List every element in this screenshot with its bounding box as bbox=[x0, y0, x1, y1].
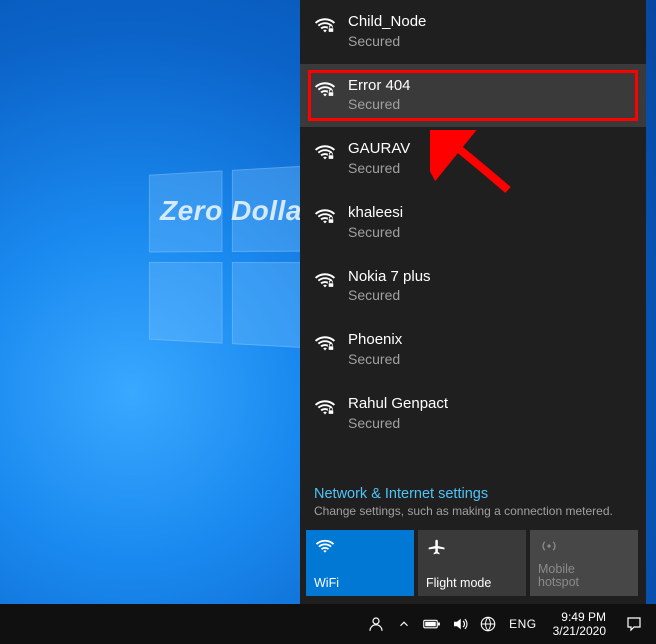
airplane-icon bbox=[426, 536, 518, 558]
clock-date: 3/21/2020 bbox=[553, 624, 606, 638]
clock-time: 9:49 PM bbox=[561, 610, 606, 624]
system-tray: ENG 9:49 PM 3/21/2020 bbox=[367, 610, 656, 639]
network-item[interactable]: Phoenix Secured bbox=[300, 318, 646, 382]
tile-mobile-hotspot[interactable]: Mobile hotspot bbox=[530, 530, 638, 596]
tile-flight-mode[interactable]: Flight mode bbox=[418, 530, 526, 596]
people-icon[interactable] bbox=[367, 615, 385, 633]
network-status: Secured bbox=[348, 286, 431, 304]
network-item[interactable]: khaleesi Secured bbox=[300, 191, 646, 255]
tile-label: hotspot bbox=[538, 575, 579, 589]
network-name: khaleesi bbox=[348, 203, 403, 223]
language-indicator[interactable]: ENG bbox=[507, 617, 539, 631]
tile-wifi[interactable]: WiFi bbox=[306, 530, 414, 596]
network-item-selected[interactable]: Error 404 Secured bbox=[300, 64, 646, 128]
action-center-icon[interactable] bbox=[624, 615, 644, 633]
network-status: Secured bbox=[348, 95, 411, 113]
settings-title: Network & Internet settings bbox=[314, 486, 632, 502]
wifi-secured-icon bbox=[314, 332, 336, 354]
wifi-flyout: Child_Node Secured Error 404 Secured GAU… bbox=[300, 0, 646, 604]
network-status: Secured bbox=[348, 159, 410, 177]
windows-logo bbox=[149, 165, 321, 356]
taskbar: ENG 9:49 PM 3/21/2020 bbox=[0, 604, 656, 644]
network-name: Phoenix bbox=[348, 330, 402, 350]
tile-label: WiFi bbox=[314, 576, 406, 590]
network-status: Secured bbox=[348, 223, 403, 241]
tile-label: Flight mode bbox=[426, 576, 518, 590]
wifi-secured-icon bbox=[314, 14, 336, 36]
network-item[interactable]: Rahul Genpact Secured bbox=[300, 382, 646, 446]
network-status: Secured bbox=[348, 32, 426, 50]
wifi-secured-icon bbox=[314, 141, 336, 163]
volume-icon[interactable] bbox=[451, 615, 469, 633]
network-item[interactable]: Nokia 7 plus Secured bbox=[300, 255, 646, 319]
network-name: Error 404 bbox=[348, 76, 411, 96]
network-name: GAURAV bbox=[348, 139, 410, 159]
wifi-icon bbox=[314, 536, 406, 558]
network-status: Secured bbox=[348, 350, 402, 368]
wifi-secured-icon bbox=[314, 269, 336, 291]
clock[interactable]: 9:49 PM 3/21/2020 bbox=[549, 610, 610, 639]
wifi-secured-icon bbox=[314, 78, 336, 100]
tile-label: Mobile bbox=[538, 562, 575, 576]
network-name: Rahul Genpact bbox=[348, 394, 448, 414]
wifi-secured-icon bbox=[314, 205, 336, 227]
settings-subtitle: Change settings, such as making a connec… bbox=[314, 504, 632, 518]
battery-icon[interactable] bbox=[423, 615, 441, 633]
network-name: Nokia 7 plus bbox=[348, 267, 431, 287]
network-status: Secured bbox=[348, 414, 448, 432]
hotspot-icon bbox=[538, 536, 630, 558]
network-item[interactable]: Child_Node Secured bbox=[300, 0, 646, 64]
network-globe-icon[interactable] bbox=[479, 615, 497, 633]
network-name: Child_Node bbox=[348, 12, 426, 32]
network-list: Child_Node Secured Error 404 Secured GAU… bbox=[300, 0, 646, 476]
wifi-secured-icon bbox=[314, 396, 336, 418]
network-settings-link[interactable]: Network & Internet settings Change setti… bbox=[300, 476, 646, 520]
network-item[interactable]: GAURAV Secured bbox=[300, 127, 646, 191]
quick-action-tiles: WiFi Flight mode Mobile hotspot bbox=[300, 520, 646, 604]
chevron-up-icon[interactable] bbox=[395, 615, 413, 633]
